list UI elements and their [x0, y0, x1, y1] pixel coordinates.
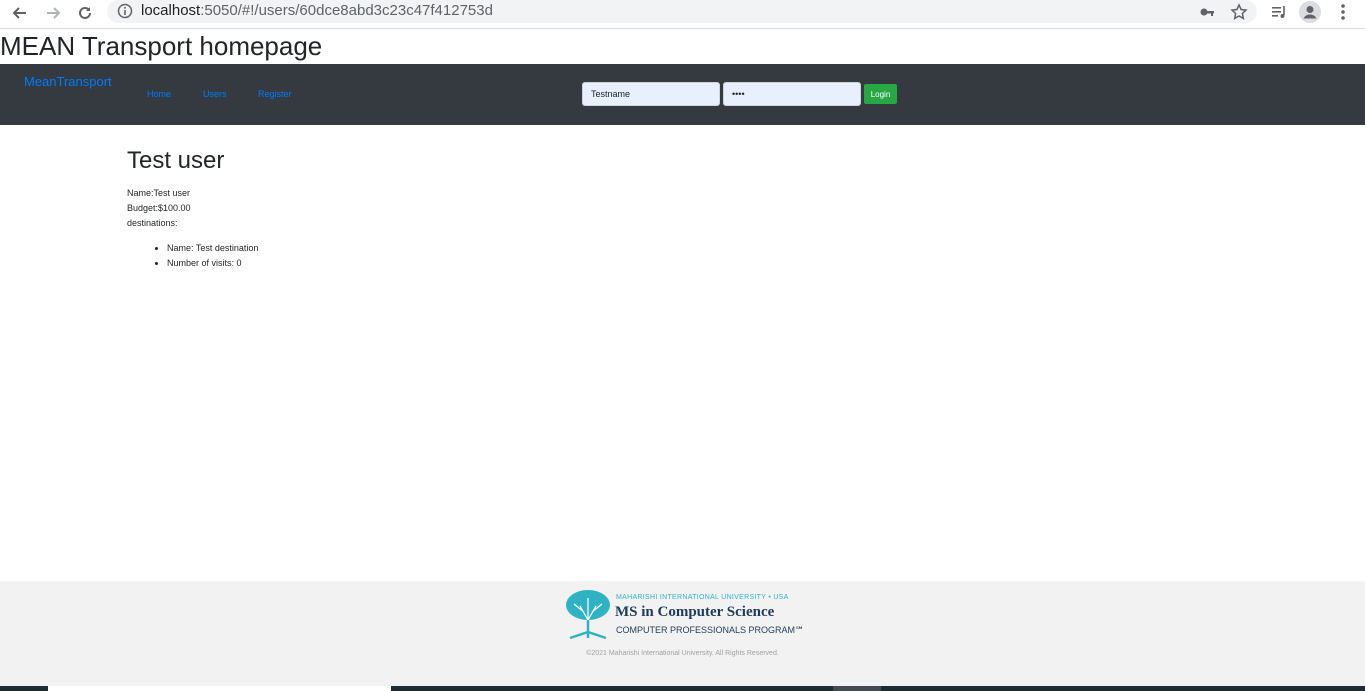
destination-name: Name: Test destination	[167, 241, 258, 256]
os-taskbar	[0, 686, 1365, 691]
reload-icon[interactable]	[73, 2, 97, 24]
university-logo: MAHARISHI INTERNATIONAL UNIVERSITY • USA…	[564, 588, 804, 642]
browser-toolbar: localhost:5050/#!/users/60dce8abd3c23c47…	[0, 0, 1365, 29]
destination-list: Name: Test destination Number of visits:…	[167, 241, 258, 271]
user-title: Test user	[127, 147, 225, 174]
star-icon[interactable]	[1229, 2, 1249, 22]
footer: MAHARISHI INTERNATIONAL UNIVERSITY • USA…	[0, 581, 1365, 686]
copyright-text: ©2021 Maharishi International University…	[586, 650, 779, 657]
tree-logo-icon	[566, 590, 610, 640]
user-budget: Budget:$100.00	[127, 203, 191, 213]
user-detail: Test user Name:Test user Budget:$100.00 …	[127, 146, 258, 271]
profile-avatar-icon[interactable]	[1298, 0, 1322, 24]
logo-subtitle: MAHARISHI INTERNATIONAL UNIVERSITY • USA	[616, 594, 789, 601]
info-icon[interactable]	[117, 3, 133, 19]
page-title: MEAN Transport homepage	[0, 31, 323, 61]
url-path: :5050/#!/users/60dce8abd3c23c47f412753d	[200, 2, 493, 19]
back-arrow-icon[interactable]	[8, 2, 32, 24]
login-button[interactable]: Login	[864, 84, 897, 104]
address-bar[interactable]: localhost:5050/#!/users/60dce8abd3c23c47…	[107, 0, 1257, 23]
media-queue-icon[interactable]	[1267, 0, 1291, 24]
brand-link[interactable]: MeanTransport	[24, 74, 112, 89]
url-text: localhost:5050/#!/users/60dce8abd3c23c47…	[141, 2, 493, 19]
key-icon[interactable]	[1197, 2, 1217, 22]
nav-link-users[interactable]: Users	[203, 89, 227, 99]
username-input[interactable]	[582, 82, 720, 106]
forward-arrow-icon[interactable]	[41, 2, 65, 24]
destination-visits: Number of visits: 0	[167, 256, 258, 271]
destinations-label: destinations:	[127, 218, 178, 228]
nav-link-register[interactable]: Register	[258, 89, 292, 99]
taskbar-app-button[interactable]	[833, 686, 881, 691]
nav-link-home[interactable]: Home	[147, 89, 171, 99]
logo-program: COMPUTER PROFESSIONALS PROGRAM℠	[616, 625, 805, 635]
password-input[interactable]	[723, 82, 861, 106]
taskbar-search-box[interactable]	[48, 686, 391, 691]
logo-title: MS in Computer Science	[615, 604, 775, 620]
more-menu-icon[interactable]	[1331, 0, 1355, 24]
main-navbar: MeanTransport Home Users Register Login	[0, 64, 1365, 125]
url-host: localhost	[141, 2, 201, 19]
user-name: Name:Test user	[127, 188, 191, 198]
